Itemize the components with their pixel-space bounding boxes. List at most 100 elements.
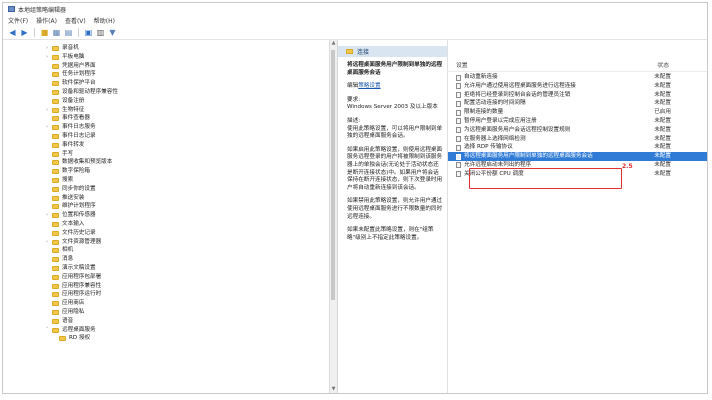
- tree-node[interactable]: 消息: [3, 255, 323, 264]
- setting-row[interactable]: 关闭公平份额 CPU 调度 未配置: [448, 170, 707, 179]
- setting-name: 选择 RDP 传输协议: [464, 144, 513, 151]
- tree-node[interactable]: 文件历史记录: [3, 229, 323, 238]
- setting-row[interactable]: 暂停用户登录以完成应用注册 未配置: [448, 117, 707, 126]
- folder-icon: [52, 239, 59, 245]
- tree-scrollbar[interactable]: ▲ ▼: [329, 40, 337, 393]
- tree-node[interactable]: 凭据用户界面: [3, 62, 323, 71]
- folder-icon: [52, 107, 59, 113]
- tree-node[interactable]: › 文件资源管理器: [3, 238, 323, 247]
- folder-up-icon[interactable]: ■: [40, 28, 49, 37]
- tree-node[interactable]: 应用程序包部署: [3, 273, 323, 282]
- setting-row[interactable]: 选择 RDP 传输协议 未配置: [448, 143, 707, 152]
- setting-row[interactable]: 自动重新连接 未配置: [448, 73, 707, 82]
- expand-arrow-icon[interactable]: ›: [44, 211, 50, 220]
- expand-arrow-icon[interactable]: ›: [44, 44, 50, 53]
- tree-node[interactable]: 设备注册: [3, 97, 323, 106]
- tree-node[interactable]: › 事件日志服务: [3, 123, 323, 132]
- expand-arrow-icon[interactable]: ›: [44, 123, 50, 132]
- tree-node[interactable]: ˅ 远程桌面服务: [3, 326, 323, 335]
- setting-row-selected[interactable]: 将远程桌面服务用户限制到单独的远程桌面服务会话 未配置: [448, 152, 707, 161]
- tree-node[interactable]: › 平板电脑: [3, 53, 323, 62]
- scroll-down-arrow-icon[interactable]: ▼: [330, 386, 337, 393]
- filter-icon[interactable]: ▼: [108, 28, 117, 37]
- tree-node[interactable]: 相机: [3, 246, 323, 255]
- folder-icon: [52, 318, 59, 324]
- setting-name: 在服务器上选择网络检测: [464, 135, 526, 142]
- tree-node[interactable]: 数据收集和预览版本: [3, 158, 323, 167]
- scroll-up-arrow-icon[interactable]: ▲: [330, 40, 337, 47]
- tree-node[interactable]: 软件保护平台: [3, 79, 323, 88]
- tree-node[interactable]: › 生物特征: [3, 106, 323, 115]
- content-area: › 录音机 › 平板电脑 凭据用户界面 任务计划程序 软件保护平台 设备和驱动程序兼容性 设备注…: [3, 40, 707, 393]
- tree-node[interactable]: RD 授权: [3, 334, 323, 343]
- export-list-icon[interactable]: ▤: [64, 28, 73, 37]
- tree-node[interactable]: 文本输入: [3, 220, 323, 229]
- tree-node[interactable]: 设备和驱动程序兼容性: [3, 88, 323, 97]
- column-headers: 设置 状态: [448, 60, 707, 69]
- tree-node-label: 任务计划程序: [62, 71, 96, 78]
- tree-node[interactable]: 事件转发: [3, 141, 323, 150]
- category-header: 连接: [338, 46, 447, 57]
- folder-icon: [52, 63, 59, 69]
- tree-node-label: 录音机: [62, 45, 79, 51]
- setting-state: 未配置: [654, 91, 671, 98]
- back-arrow-icon[interactable]: ◀: [8, 28, 17, 37]
- show-hide-tree-icon[interactable]: ▦: [52, 28, 61, 37]
- column-header-state[interactable]: 状态: [657, 60, 669, 69]
- tree-node[interactable]: 数字保险箱: [3, 167, 323, 176]
- column-header-setting[interactable]: 设置: [456, 60, 468, 69]
- tree-node[interactable]: › 位置和传感器: [3, 211, 323, 220]
- tree-node[interactable]: 应用商店: [3, 299, 323, 308]
- tree-node[interactable]: 应用程序运行时: [3, 290, 323, 299]
- tree-items: › 录音机 › 平板电脑 凭据用户界面 任务计划程序 软件保护平台 设备和驱动程序兼容性 设备注…: [3, 44, 323, 343]
- setting-row[interactable]: 允许用户通过使用远程桌面服务进行远程连接 未配置: [448, 82, 707, 91]
- edit-policy-line: 编辑策略设置: [347, 83, 444, 91]
- menu-file[interactable]: 文件(F): [8, 16, 28, 25]
- collapse-arrow-icon[interactable]: ˅: [44, 326, 50, 335]
- setting-row[interactable]: 拒绝将已经登录到控制台会话的管理员注销 未配置: [448, 91, 707, 100]
- expand-arrow-icon[interactable]: ›: [44, 106, 50, 115]
- tree-node[interactable]: 手写: [3, 150, 323, 159]
- tree-node[interactable]: 事件查看器: [3, 114, 323, 123]
- menu-help[interactable]: 帮助(H): [94, 16, 115, 25]
- menu-action[interactable]: 操作(A): [36, 16, 57, 25]
- setting-name: 限制连接的数量: [464, 109, 504, 116]
- setting-row[interactable]: 在服务器上选择网络检测 未配置: [448, 135, 707, 144]
- scroll-thumb[interactable]: [331, 50, 335, 300]
- tree-node[interactable]: 任务计划程序: [3, 70, 323, 79]
- tree-node[interactable]: › 录音机: [3, 44, 323, 53]
- folder-icon: [52, 221, 59, 227]
- tree-node[interactable]: 维护计划程序: [3, 202, 323, 211]
- enabled-explanation: 如果启用此策略设置，则使用远程桌面服务远程登录的用户将被限制到该服务器上的单独会…: [347, 146, 443, 191]
- expand-arrow-icon[interactable]: ›: [44, 53, 50, 62]
- tree-node-label: 推送安装: [62, 194, 85, 201]
- tree-node-label: 同步你的设置: [62, 185, 96, 192]
- tree-node[interactable]: 应用程序兼容性: [3, 282, 323, 291]
- tree-node[interactable]: 语音: [3, 317, 323, 326]
- edit-policy-link[interactable]: 策略设置: [358, 83, 380, 89]
- detail-pane: 连接 将远程桌面服务用户限制到单独的远程桌面服务会话 编辑策略设置 要求: Wi…: [338, 40, 707, 393]
- tree-node-label: 位置和传感器: [62, 212, 96, 219]
- settings-rows: 自动重新连接 未配置 允许用户通过使用远程桌面服务进行远程连接 未配置 拒绝将已经登录到…: [448, 73, 707, 179]
- folder-icon: [52, 160, 59, 166]
- forward-arrow-icon[interactable]: ▶: [20, 28, 29, 37]
- properties-icon[interactable]: ▥: [96, 28, 105, 37]
- tree-node[interactable]: 事件日志记录: [3, 132, 323, 141]
- help-icon[interactable]: ▣: [84, 28, 93, 37]
- tree-node[interactable]: 演示文稿设置: [3, 264, 323, 273]
- tree-node[interactable]: 搜索: [3, 176, 323, 185]
- folder-icon: [52, 301, 59, 307]
- expand-arrow-icon[interactable]: ›: [44, 238, 50, 247]
- toolbar: ◀ ▶ ■ ▦ ▤ ▣ ▥ ▼: [3, 26, 707, 40]
- setting-state: 未配置: [654, 161, 671, 168]
- menu-view[interactable]: 查看(V): [65, 16, 86, 25]
- tree-node-label: 应用商店: [62, 300, 85, 307]
- tree-node[interactable]: 同步你的设置: [3, 185, 323, 194]
- folder-icon: [52, 133, 59, 139]
- setting-row[interactable]: 为远程桌面服务用户会话远程控制设置规则 未配置: [448, 126, 707, 135]
- tree-node[interactable]: 推送安装: [3, 194, 323, 203]
- setting-row[interactable]: 限制连接的数量 已启用: [448, 108, 707, 117]
- setting-row[interactable]: 允许远程启动未列出的程序 未配置: [448, 161, 707, 170]
- tree-node[interactable]: 应用隐私: [3, 308, 323, 317]
- setting-row[interactable]: 配置活动连接的时间间隔 未配置: [448, 99, 707, 108]
